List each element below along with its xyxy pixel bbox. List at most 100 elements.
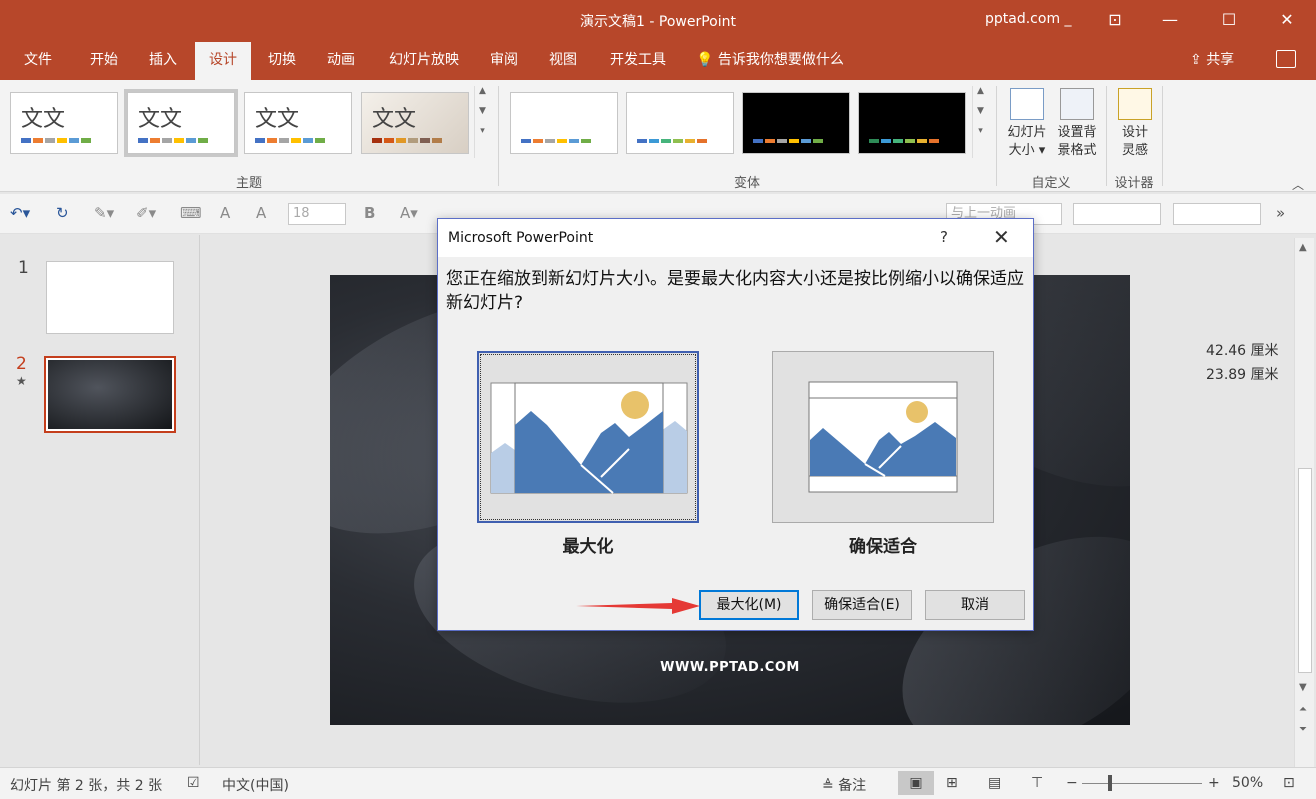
ribbon-tabs: 文件 开始 插入 设计 切换 动画 幻灯片放映 审阅 视图 开发工具 💡 告诉我…: [0, 40, 1316, 80]
tab-file[interactable]: 文件: [18, 40, 58, 80]
status-bar: 幻灯片 第 2 张，共 2 张 ☑ 中文(中国) ≜ 备注 ▣ ⊞ ▤ ⊤ − …: [0, 767, 1316, 799]
format-background-button[interactable]: 设置背 景格式: [1052, 88, 1102, 160]
collapse-ribbon-icon[interactable]: ︿: [1292, 176, 1304, 193]
resize-dialog: Microsoft PowerPoint ? ✕ 您正在缩放到新幻灯片大小。是要…: [437, 218, 1034, 631]
slide-width-readout: 42.46 厘米: [1206, 343, 1279, 359]
theme-sample-text: 文文: [255, 107, 300, 132]
theme-3[interactable]: 文文: [244, 92, 352, 154]
theme-4[interactable]: 文文: [361, 92, 469, 154]
next-slide-icon[interactable]: ⏷: [1299, 724, 1307, 735]
prev-slide-icon[interactable]: ⏶: [1299, 704, 1307, 715]
delay-box[interactable]: [1173, 203, 1261, 225]
animation-star-icon: ★: [16, 374, 27, 388]
comments-icon[interactable]: [1276, 50, 1296, 68]
theme-color-bar: [255, 138, 325, 143]
cancel-button[interactable]: 取消: [925, 590, 1025, 620]
help-icon[interactable]: ?: [940, 228, 948, 246]
slide-thumbnail-1[interactable]: [46, 261, 174, 334]
zoom-slider[interactable]: [1082, 783, 1202, 784]
format-bg-label-2: 景格式: [1057, 143, 1097, 158]
format-background-icon: [1060, 88, 1094, 120]
scroll-thumb[interactable]: [1298, 468, 1312, 673]
ribbon-display-options-icon[interactable]: ⊡: [1103, 8, 1127, 32]
redo-icon[interactable]: ↻: [56, 204, 69, 222]
increase-font-icon[interactable]: A: [220, 204, 230, 222]
font-size-box[interactable]: 18: [288, 203, 346, 225]
zoom-slider-thumb[interactable]: [1108, 775, 1112, 791]
maximize-illustration-icon: [490, 382, 688, 494]
slideshow-view-icon[interactable]: ⊤: [1031, 775, 1043, 791]
account-name[interactable]: pptad.com _: [985, 11, 1072, 27]
slide-size-label-1: 幻灯片: [1007, 125, 1047, 140]
variant-4[interactable]: [858, 92, 966, 154]
scroll-up-icon[interactable]: ▲: [1299, 242, 1307, 253]
language-indicator[interactable]: 中文(中国): [222, 775, 289, 795]
theme-gallery-scroll[interactable]: ▲ ▼ ▾: [474, 86, 490, 158]
tab-transitions[interactable]: 切换: [262, 40, 302, 80]
theme-color-bar: [21, 138, 91, 143]
design-ideas-button[interactable]: 设计 灵感: [1112, 88, 1158, 160]
reading-view-icon[interactable]: ▤: [988, 775, 1001, 791]
decrease-font-icon[interactable]: A: [256, 204, 266, 222]
lightbulb-icon: 💡: [696, 52, 714, 68]
slide-thumbnail-2[interactable]: [44, 356, 176, 433]
share-label: 共享: [1206, 52, 1235, 68]
minimize-icon[interactable]: —: [1158, 8, 1182, 32]
ensure-fit-illustration-icon: [808, 381, 958, 493]
share-button[interactable]: ⇪ 共享: [1190, 40, 1234, 80]
duration-box[interactable]: [1073, 203, 1161, 225]
tab-home[interactable]: 开始: [84, 40, 124, 80]
zoom-out-icon[interactable]: −: [1066, 775, 1078, 791]
normal-view-icon[interactable]: ▣: [898, 771, 934, 795]
notes-button[interactable]: ≜ 备注: [822, 775, 866, 795]
theme-color-bar: [372, 138, 442, 143]
pen-icon[interactable]: ✐▾: [136, 204, 156, 222]
more-icon[interactable]: »: [1276, 204, 1285, 222]
scroll-down-icon[interactable]: ▼: [1299, 682, 1307, 693]
dialog-message: 您正在缩放到新幻灯片大小。是要最大化内容大小还是按比例缩小以确保适应新幻灯片?: [446, 269, 1024, 313]
spellcheck-icon[interactable]: ☑: [187, 775, 200, 791]
slide-size-button[interactable]: 幻灯片 大小 ▾: [1002, 88, 1052, 160]
ensure-fit-option[interactable]: [772, 351, 994, 523]
close-dialog-icon[interactable]: ✕: [993, 225, 1010, 249]
tab-developer[interactable]: 开发工具: [602, 40, 674, 80]
tab-animations[interactable]: 动画: [321, 40, 361, 80]
title-bar: 演示文稿1 - PowerPoint pptad.com _ ⊡ — ☐ ✕: [0, 0, 1316, 40]
bold-icon[interactable]: B: [364, 204, 375, 222]
zoom-level[interactable]: 50%: [1232, 775, 1263, 791]
fit-to-window-icon[interactable]: ⊡: [1283, 775, 1295, 791]
tab-design[interactable]: 设计: [195, 42, 251, 80]
tab-view[interactable]: 视图: [543, 40, 583, 80]
group-divider: [996, 86, 997, 186]
group-divider: [1106, 86, 1107, 186]
theme-sample-text: 文文: [138, 107, 183, 132]
maximize-option[interactable]: [477, 351, 699, 523]
theme-office-2[interactable]: 文文: [124, 89, 238, 157]
format-bg-label-1: 设置背: [1057, 125, 1097, 140]
tab-slideshow[interactable]: 幻灯片放映: [380, 40, 468, 80]
dialog-title: Microsoft PowerPoint: [448, 230, 594, 246]
variant-gallery-scroll[interactable]: ▲ ▼ ▾: [972, 86, 988, 158]
ensure-fit-button[interactable]: 确保适合(E): [812, 590, 912, 620]
variant-3[interactable]: [742, 92, 850, 154]
variant-color-bar: [869, 139, 939, 143]
vertical-scrollbar[interactable]: ▲ ▼ ⏶ ⏷: [1294, 238, 1314, 768]
slide-sorter-icon[interactable]: ⊞: [946, 775, 958, 791]
zoom-in-icon[interactable]: +: [1208, 775, 1220, 791]
variant-2[interactable]: [626, 92, 734, 154]
maximize-icon[interactable]: ☐: [1217, 8, 1241, 32]
keyboard-icon[interactable]: ⌨: [180, 204, 202, 222]
variant-1[interactable]: [510, 92, 618, 154]
theme-office[interactable]: 文文: [10, 92, 118, 154]
maximize-button[interactable]: 最大化(M): [699, 590, 799, 620]
design-ideas-label-2: 灵感: [1121, 143, 1148, 158]
format-painter-icon[interactable]: ✎▾: [94, 204, 114, 222]
tab-review[interactable]: 审阅: [484, 40, 524, 80]
close-window-icon[interactable]: ✕: [1275, 8, 1299, 32]
font-color-icon[interactable]: A▾: [400, 204, 418, 222]
tell-me-search[interactable]: 💡 告诉我你想要做什么: [696, 40, 844, 80]
slide-number-1: 1: [18, 258, 29, 278]
undo-icon[interactable]: ↶▾: [10, 204, 30, 222]
tab-insert[interactable]: 插入: [143, 40, 183, 80]
share-icon: ⇪: [1190, 52, 1202, 68]
